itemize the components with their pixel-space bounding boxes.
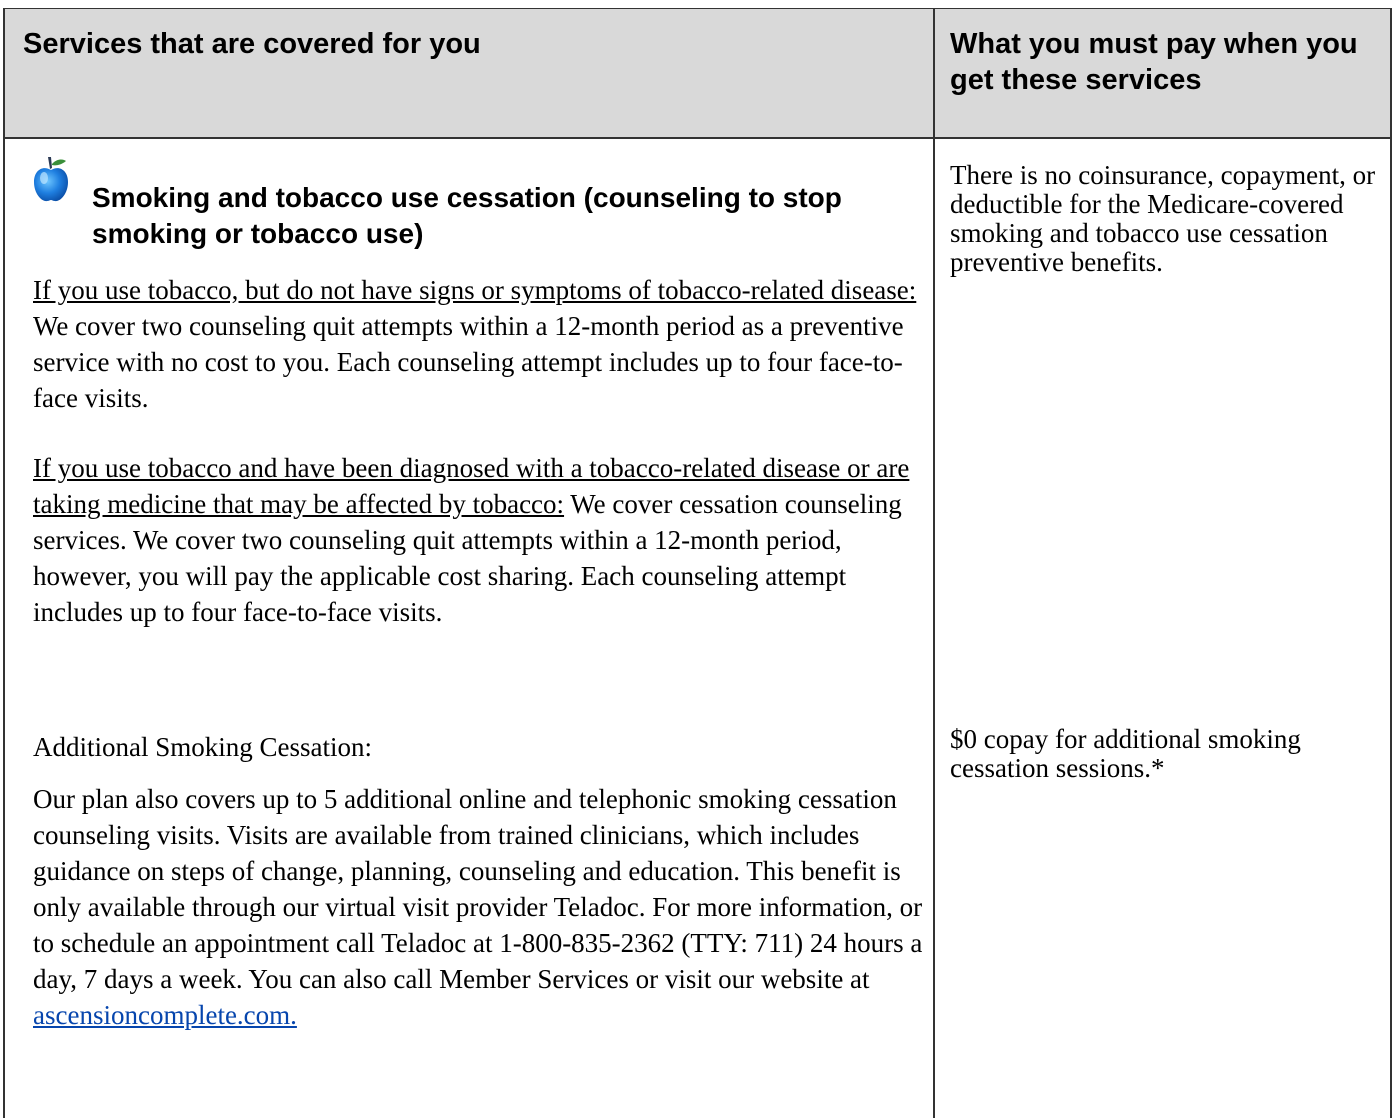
additional-heading: Additional Smoking Cessation: (33, 732, 373, 762)
paragraph-no-symptoms: If you use tobacco, but do not have sign… (33, 272, 923, 416)
header-what-you-pay: What you must pay when you get these ser… (950, 28, 1358, 96)
header-services-covered: Services that are covered for you (23, 28, 481, 60)
cost-preventive: There is no coinsurance, copayment, or d… (950, 160, 1376, 277)
section-title: Smoking and tobacco use cessation (couns… (92, 182, 842, 249)
additional-body: Our plan also covers up to 5 additional … (33, 781, 923, 1033)
apple-icon (34, 157, 68, 202)
cost-additional: $0 copay for additional smoking cessatio… (950, 724, 1301, 783)
table-header: Services that are covered for you What y… (5, 9, 1390, 139)
paragraph-diagnosed: If you use tobacco and have been diagnos… (33, 450, 923, 630)
additional-body-text: Our plan also covers up to 5 additional … (33, 784, 923, 994)
paragraph-1-text: We cover two counseling quit attempts wi… (33, 311, 904, 413)
website-link[interactable]: ascensioncomplete.com. (33, 1000, 297, 1030)
column-divider (933, 9, 935, 1118)
underlined-condition-1: If you use tobacco, but do not have sign… (33, 275, 917, 305)
benefits-table: Services that are covered for you What y… (3, 8, 1392, 1118)
